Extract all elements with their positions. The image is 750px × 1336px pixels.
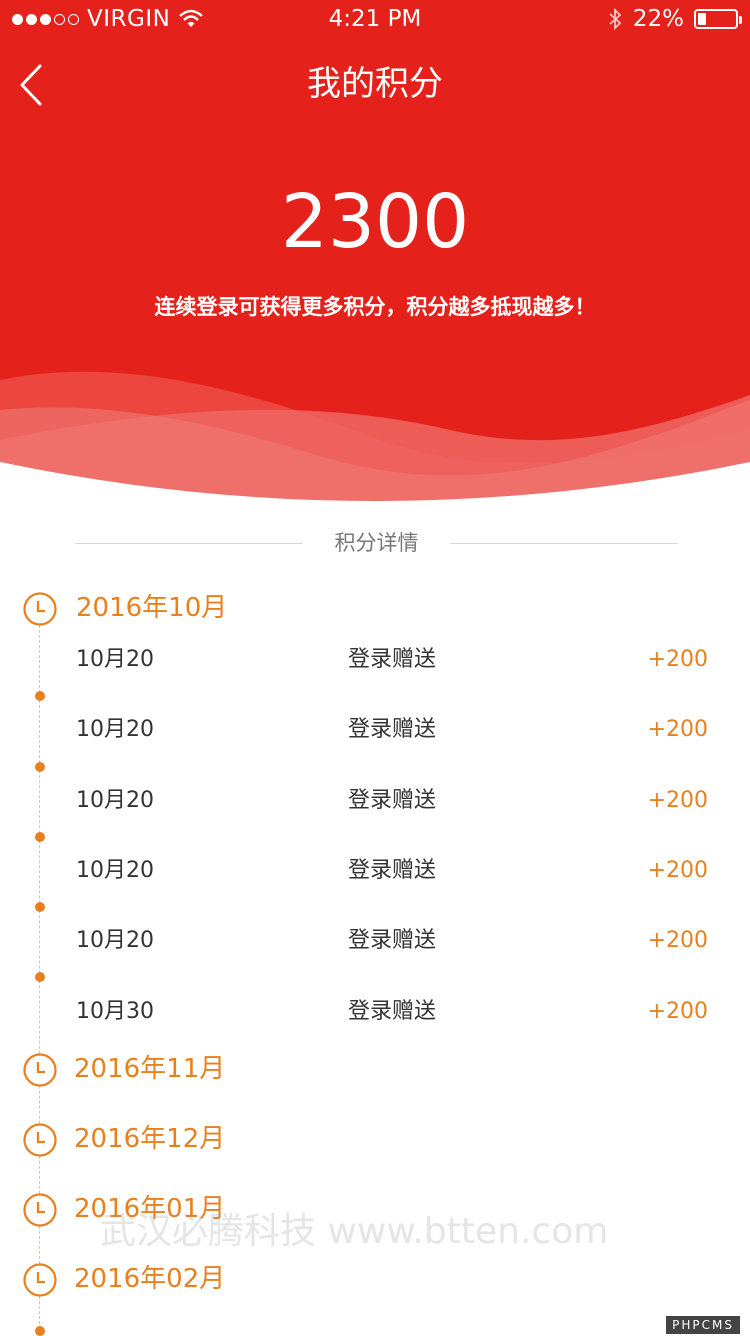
list-item: 10月30 登录赠送 +200 (0, 995, 750, 1029)
record-date: 10月20 (76, 717, 154, 742)
page-title: 我的积分 (307, 64, 443, 104)
timeline-dot (35, 832, 45, 842)
clock-icon (23, 1193, 57, 1227)
clock-icon (23, 1053, 57, 1087)
record-desc: 登录赠送 (348, 788, 437, 813)
corner-tag: PHPCMS (666, 1316, 740, 1334)
timeline-dot (35, 902, 45, 912)
month-label[interactable]: 2016年11月 (74, 1052, 225, 1086)
header-banner: VIRGIN 4:21 PM 22% 我的积分 2300 连续登录可获得更多积分… (0, 0, 750, 520)
timeline-dot (35, 691, 45, 701)
record-amount: +200 (647, 858, 708, 883)
watermark: 武汉必腾科技 www.btten.com (100, 1211, 609, 1252)
bluetooth-icon (609, 7, 622, 31)
record-date: 10月20 (76, 928, 154, 953)
battery-percent: 22% (632, 6, 684, 32)
clock-icon (23, 592, 57, 626)
record-desc: 登录赠送 (348, 999, 437, 1024)
points-tip: 连续登录可获得更多积分，积分越多抵现越多！ (154, 295, 596, 319)
month-label[interactable]: 2016年12月 (74, 1122, 225, 1156)
clock-icon (23, 1123, 57, 1157)
record-amount: +200 (647, 788, 708, 813)
record-date: 10月20 (76, 647, 154, 672)
month-label[interactable]: 2016年10月 (76, 591, 227, 625)
list-item: 10月20 登录赠送 +200 (0, 924, 750, 958)
clock-icon (23, 1263, 57, 1297)
list-item: 10月20 登录赠送 +200 (0, 784, 750, 818)
status-bar: VIRGIN 4:21 PM 22% (0, 0, 750, 40)
list-item: 10月20 登录赠送 +200 (0, 854, 750, 888)
month-label[interactable]: 2016年02月 (74, 1262, 225, 1296)
timeline-dot (35, 972, 45, 982)
record-amount: +200 (647, 717, 708, 742)
timeline-dot (35, 1326, 45, 1336)
list-item: 10月20 登录赠送 +200 (0, 643, 750, 677)
section-divider: 积分详情 (75, 528, 678, 558)
record-amount: +200 (647, 928, 708, 953)
record-desc: 登录赠送 (348, 928, 437, 953)
record-amount: +200 (647, 647, 708, 672)
record-date: 10月20 (76, 858, 154, 883)
record-amount: +200 (647, 999, 708, 1024)
record-date: 10月30 (76, 999, 154, 1024)
record-desc: 登录赠送 (348, 858, 437, 883)
record-date: 10月20 (76, 788, 154, 813)
record-desc: 登录赠送 (348, 647, 437, 672)
timeline-dot (35, 762, 45, 772)
points-total: 2300 (280, 179, 470, 265)
battery-icon (694, 9, 742, 29)
record-desc: 登录赠送 (348, 717, 437, 742)
list-item: 10月20 登录赠送 +200 (0, 713, 750, 747)
